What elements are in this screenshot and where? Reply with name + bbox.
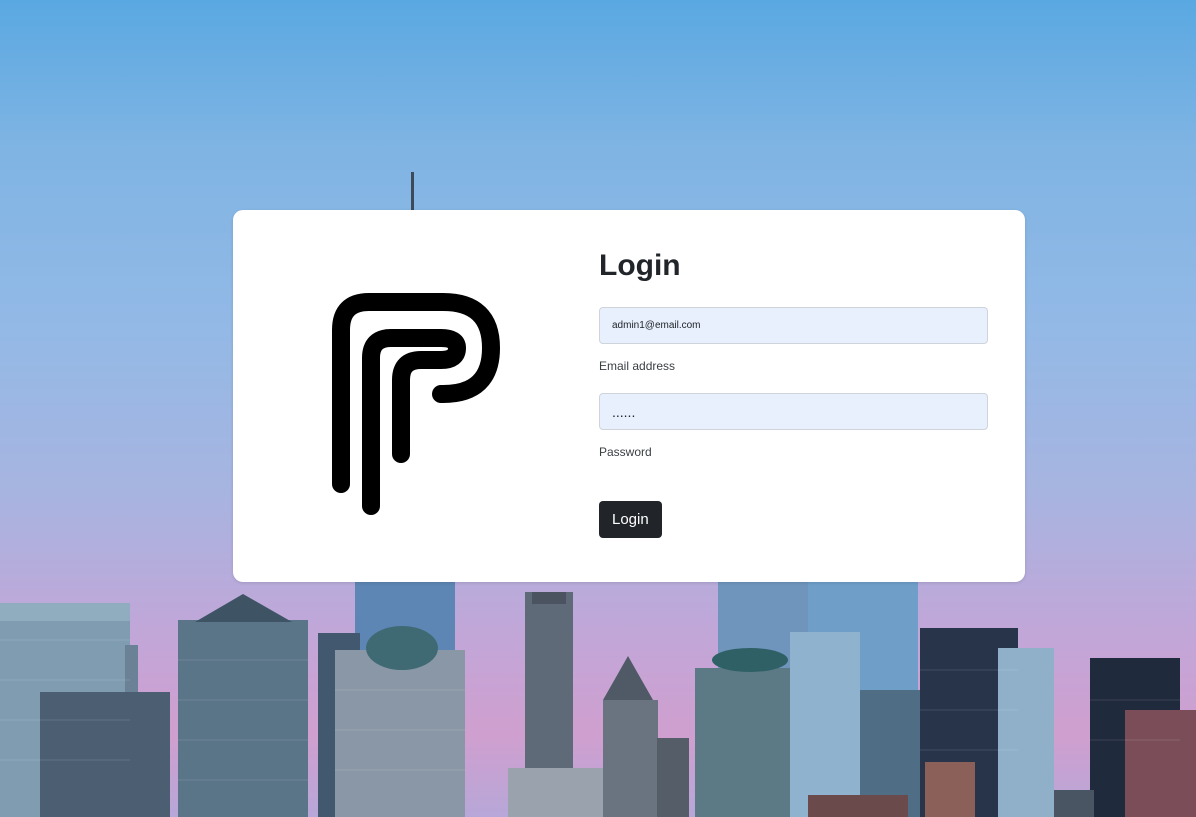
p-logo-icon bbox=[332, 293, 500, 515]
email-label: Email address bbox=[599, 359, 676, 373]
password-input[interactable] bbox=[599, 393, 988, 430]
login-button[interactable]: Login bbox=[599, 501, 662, 538]
password-field-group: Password bbox=[599, 393, 988, 459]
page-title: Login bbox=[599, 249, 681, 282]
email-input[interactable] bbox=[599, 307, 988, 344]
login-form: Login Email address Password Login bbox=[599, 248, 988, 538]
login-card: Login Email address Password Login bbox=[233, 210, 1025, 582]
password-label: Password bbox=[599, 445, 652, 459]
email-field-group: Email address bbox=[599, 307, 988, 373]
